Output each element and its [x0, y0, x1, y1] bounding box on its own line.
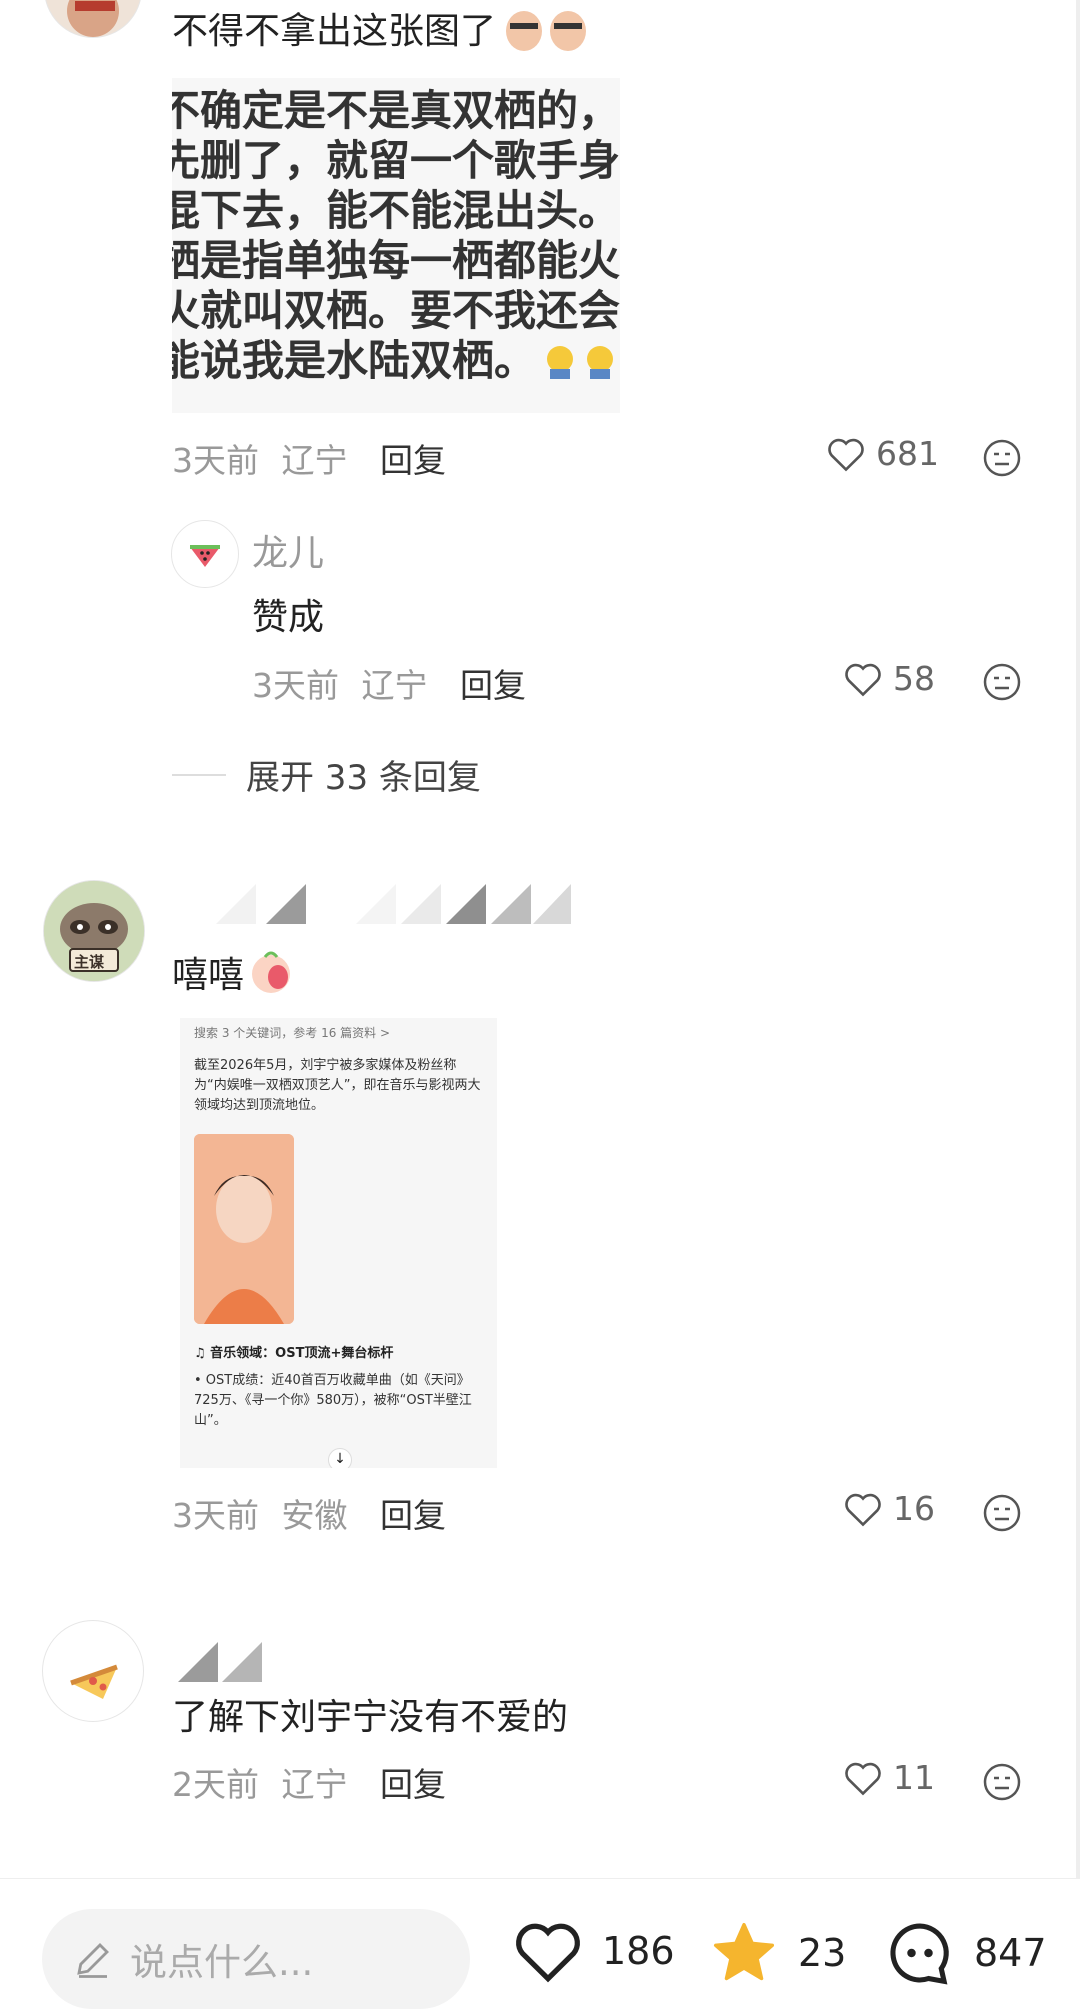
reply-button[interactable]: 回复 [460, 666, 526, 705]
avatar[interactable] [171, 520, 239, 588]
image-photo [194, 1134, 294, 1324]
like-button[interactable]: 16 [843, 1489, 935, 1528]
reply-location: 辽宁 [361, 666, 428, 705]
image-bullet: • OST成绩：近40首百万收藏单曲（如《天问》725万、《寻一个你》580万）… [194, 1373, 472, 1428]
comment-bubble-icon [890, 1923, 949, 1985]
comment-location: 辽宁 [281, 1765, 348, 1804]
image-text-line: 混下去，能不能混出头。 [172, 186, 620, 235]
reply-author[interactable]: 龙儿 [252, 524, 324, 576]
dislike-face-icon[interactable] [982, 1493, 1022, 1533]
comment-time: 2天前 [172, 1765, 259, 1804]
avatar[interactable] [44, 0, 142, 38]
heart-icon [845, 663, 881, 696]
comment-meta: 3天前 辽宁 回复 [172, 434, 446, 482]
avatar-image [45, 0, 141, 37]
comment-input-placeholder: 说点什么... [130, 1941, 314, 1984]
watermelon-icon [190, 545, 220, 567]
reply-time: 3天前 [252, 666, 339, 705]
expand-replies-label: 展开 33 条回复 [246, 758, 481, 798]
heart-icon [845, 1493, 881, 1526]
comment-text-content: 不得不拿出这张图了 [172, 11, 497, 52]
dislike-face-icon[interactable] [982, 1762, 1022, 1802]
reply-button[interactable]: 回复 [380, 441, 446, 480]
reply-button[interactable]: 回复 [380, 1496, 446, 1535]
post-like-count: 186 [602, 1929, 675, 1973]
comment-time: 3天前 [172, 441, 259, 480]
sticker-emoji-icon [252, 951, 291, 993]
person-photo [194, 1134, 294, 1324]
favorite-button[interactable]: 23 [708, 1919, 846, 1987]
expand-replies[interactable]: 展开 33 条回复 [172, 750, 481, 799]
comment-image[interactable]: 搜索 3 个关键词，参考 16 篇资料 > 截至2026年5月，刘宇宁被多家媒体… [180, 1018, 497, 1468]
avatar-text: 主谋 [74, 953, 105, 971]
comment-image[interactable]: 不确定是不是真双栖的， 先删了，就留一个歌手身 混下去，能不能混出头。 栖是指单… [172, 78, 620, 413]
like-count: 681 [876, 434, 939, 473]
comment-text-content: 嘻嘻 [172, 955, 245, 996]
comment-text: 不得不拿出这张图了 [172, 2, 592, 54]
comment-time: 3天前 [172, 1496, 259, 1535]
dislike-face-icon[interactable] [982, 662, 1022, 702]
like-button[interactable]: 11 [843, 1758, 935, 1797]
avatar[interactable]: 主谋 [43, 880, 145, 982]
avatar[interactable] [42, 1620, 144, 1722]
reply-text: 赞成 [252, 597, 325, 638]
comment-location: 辽宁 [281, 441, 348, 480]
page-scrollbar[interactable] [1076, 0, 1080, 2015]
image-text-line: 先删了，就留一个歌手身 [172, 136, 620, 185]
comment-meta: 2天前 辽宁 回复 [172, 1758, 446, 1806]
star-icon [713, 1922, 775, 1981]
dislike-face-icon[interactable] [982, 438, 1022, 478]
emoji-icon [547, 346, 614, 379]
masked-username[interactable] [176, 880, 576, 926]
image-text-line: 不确定是不是真双栖的， [172, 86, 620, 135]
like-button[interactable]: 58 [843, 659, 935, 698]
comment-text: 了解下刘宇宁没有不爱的 [172, 1697, 569, 1738]
image-text-line: 能说我是水陆双栖。 [172, 336, 537, 385]
heart-icon [828, 438, 864, 471]
pencil-icon [77, 1943, 109, 1978]
sticker-emoji-icon [506, 11, 587, 51]
reply-button[interactable]: 回复 [380, 1765, 446, 1804]
reply-meta: 3天前 辽宁 回复 [252, 659, 526, 707]
image-text-line: 栖是指单独每一栖都能火 [172, 236, 620, 285]
masked-username[interactable] [176, 1638, 276, 1684]
image-text-line-last: 能说我是水陆双栖。 [172, 336, 620, 386]
expand-divider [172, 773, 226, 776]
comment-text: 嘻嘻 [172, 946, 294, 998]
image-paragraph: 截至2026年5月，刘宇宁被多家媒体及粉丝称为“内娱唯一双栖双顶艺人”，即在音乐… [194, 1058, 481, 1113]
comment-location: 安徽 [281, 1496, 348, 1535]
like-count: 58 [893, 659, 935, 698]
like-count: 11 [893, 1758, 935, 1797]
comment-count: 847 [974, 1931, 1047, 1975]
like-button[interactable]: 681 [826, 434, 939, 473]
heart-icon [845, 1762, 881, 1795]
image-section-title: ♫ 音乐领域：OST顶流+舞台标杆 [194, 1346, 394, 1361]
scroll-down-icon[interactable]: ↓ [328, 1448, 352, 1468]
comment-meta: 3天前 安徽 回复 [172, 1489, 446, 1537]
comment-input[interactable]: 说点什么... [42, 1909, 470, 2009]
image-text-line: 火就叫双栖。要不我还会 [172, 286, 620, 335]
bottom-action-bar: 说点什么... 186 23 847 [0, 1878, 1080, 2016]
comments-button[interactable]: 847 [884, 1919, 1047, 1987]
like-post-button[interactable]: 186 [512, 1919, 675, 1983]
like-count: 16 [893, 1489, 935, 1528]
image-search-line: 搜索 3 个关键词，参考 16 篇资料 > [194, 1026, 391, 1040]
heart-icon [516, 1923, 580, 1983]
favorite-count: 23 [798, 1931, 847, 1975]
pizza-icon [70, 1664, 118, 1699]
